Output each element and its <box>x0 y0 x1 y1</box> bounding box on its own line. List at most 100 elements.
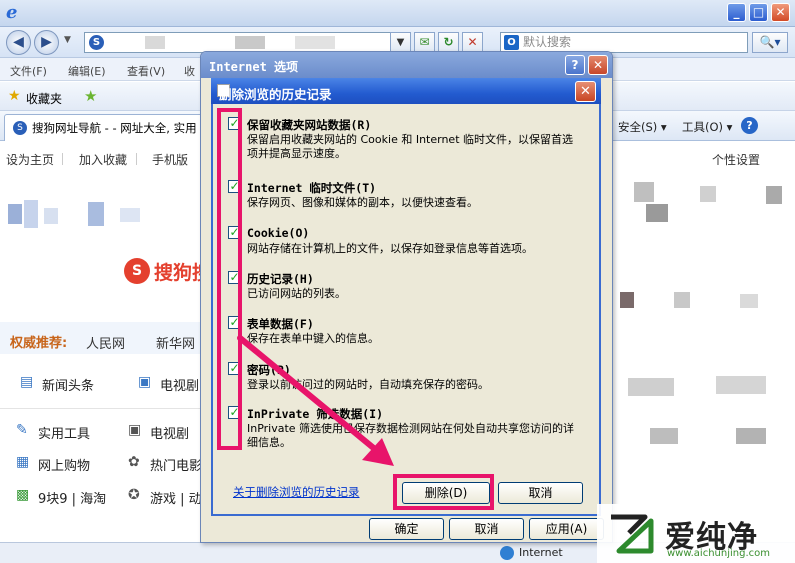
internet-zone-icon <box>500 546 514 560</box>
ok-button[interactable]: 确定 <box>369 518 444 540</box>
browser-title-bar: e _ □ ✕ <box>0 0 795 27</box>
divider <box>62 153 63 165</box>
blurred-content <box>8 204 22 224</box>
sogou-logo-icon[interactable]: S <box>124 258 150 284</box>
back-button[interactable]: ◀ <box>6 30 31 55</box>
delete-history-body: ✓ 保留收藏夹网站数据(R) 保留启用收藏夹网站的 Cookie 和 Inter… <box>213 104 599 514</box>
blurred-content <box>628 378 674 396</box>
category-tools[interactable]: 实用工具 <box>38 423 90 442</box>
category-movies[interactable]: 热门电影 <box>150 455 202 474</box>
menu-favorites[interactable]: 收 <box>184 63 195 79</box>
dialog-help-button[interactable]: ? <box>565 55 585 75</box>
ie-logo-icon: e <box>6 2 18 23</box>
option-title: 保留收藏夹网站数据(R) <box>247 118 372 132</box>
internet-options-title-bar: Internet 选项 ? ✕ <box>201 52 612 78</box>
delete-history-title: 删除浏览的历史记录 <box>219 87 332 102</box>
personalize-link[interactable]: 个性设置 <box>712 151 760 168</box>
category-games[interactable]: 游戏 | 动 <box>150 488 202 507</box>
menu-view[interactable]: 查看(V) <box>127 63 165 79</box>
option-description: 登录以前访问过的网站时，自动填充保存的密码。 <box>247 378 489 391</box>
option-description: 网站存储在计算机上的文件，以保存如登录信息等首选项。 <box>247 242 533 255</box>
maximize-button[interactable]: □ <box>749 3 768 22</box>
news-icon: ▤ <box>20 374 34 390</box>
menu-edit[interactable]: 编辑(E) <box>68 63 106 79</box>
option-title: 历史记录(H) <box>247 272 314 286</box>
blurred-content <box>740 294 758 308</box>
option-description: 保存网页、图像和媒体的副本，以便快速查看。 <box>247 196 478 209</box>
category-tv[interactable]: 电视剧 <box>160 375 199 394</box>
mobile-version-link[interactable]: 手机版 <box>152 151 188 168</box>
delete-history-close-button[interactable]: ✕ <box>575 81 596 102</box>
search-button[interactable]: 🔍▾ <box>752 32 788 53</box>
people-daily-link[interactable]: 人民网 <box>86 333 125 352</box>
address-input[interactable]: S <box>84 32 406 53</box>
option-description: 已访问网站的列表。 <box>247 287 346 300</box>
authority-label: 权威推荐: <box>10 336 68 351</box>
option-title: InPrivate 筛选数据(I) <box>247 407 384 421</box>
option-description: 保存在表单中键入的信息。 <box>247 332 379 345</box>
minimize-button[interactable]: _ <box>727 3 746 22</box>
category-deals[interactable]: 9块9 | 海淘 <box>38 488 106 507</box>
add-favorites-link[interactable]: 加入收藏 <box>79 151 127 168</box>
category-tv-series[interactable]: 电视剧 <box>150 423 189 442</box>
checkbox-highlight-box <box>217 108 242 450</box>
divider <box>0 408 200 409</box>
about-delete-history-link[interactable]: 关于删除浏览的历史记录 <box>233 484 360 500</box>
address-dropdown-icon[interactable]: ▼ <box>390 32 411 53</box>
tab-sogou[interactable]: S 搜狗网址导航 - - 网址大全, 实用 <box>4 114 204 141</box>
option-description: InPrivate 筛选使用已保存数据检测网站在何处自动共享您访问的详细信息。 <box>247 422 575 449</box>
shopping-icon: ▦ <box>16 454 30 470</box>
blurred-content <box>24 200 38 228</box>
blurred-content <box>620 292 634 308</box>
delete-history-title-bar: 删除浏览的历史记录 ✕ <box>211 78 601 104</box>
category-shopping[interactable]: 网上购物 <box>38 455 90 474</box>
history-dropdown-icon[interactable]: ▼ <box>64 35 71 45</box>
stop-icon[interactable]: ✕ <box>462 32 483 53</box>
blurred-url <box>235 36 265 49</box>
option-description: 保留启用收藏夹网站的 Cookie 和 Internet 临时文件，以保留首选项… <box>247 133 573 160</box>
blurred-content <box>716 376 766 394</box>
outlook-icon: O <box>504 35 519 50</box>
search-input[interactable]: O 默认搜索 <box>500 32 748 53</box>
watermark: 爱纯净 www.aichunjing.com <box>597 504 795 563</box>
delete-history-dialog: 删除浏览的历史记录 ✕ ✓ 保留收藏夹网站数据(R) 保留启用收藏夹网站的 Co… <box>211 78 601 516</box>
tv-icon: ▣ <box>138 374 152 390</box>
option-title: 密码(P) <box>247 363 291 377</box>
tab-favicon-icon: S <box>13 121 27 135</box>
blurred-content <box>44 208 58 224</box>
xinhua-link[interactable]: 新华网 <box>156 333 195 352</box>
favorites-button[interactable]: 收藏夹 <box>26 90 62 107</box>
tv-icon: ▣ <box>128 422 142 438</box>
menu-file[interactable]: 文件(F) <box>10 63 47 79</box>
blurred-url <box>295 36 335 49</box>
blurred-content <box>88 202 104 226</box>
category-news[interactable]: 新闻头条 <box>42 375 94 394</box>
add-favorite-icon[interactable]: ★ <box>84 87 97 105</box>
security-menu[interactable]: 安全(S) ▾ <box>618 119 667 135</box>
option-title: Cookie(O) <box>247 226 310 240</box>
compatibility-view-icon[interactable]: ✉ <box>414 32 435 53</box>
window-close-button[interactable]: ✕ <box>771 3 790 22</box>
blurred-content <box>700 186 716 202</box>
search-placeholder: 默认搜索 <box>523 35 572 49</box>
blurred-content <box>674 292 690 308</box>
blurred-url <box>145 36 165 49</box>
tools-menu[interactable]: 工具(O) ▾ <box>682 119 732 135</box>
refresh-icon[interactable]: ↻ <box>438 32 459 53</box>
option-title: Internet 临时文件(T) <box>247 181 377 195</box>
apply-button[interactable]: 应用(A) <box>529 518 604 540</box>
set-homepage-link[interactable]: 设为主页 <box>6 151 54 168</box>
help-icon[interactable]: ? <box>741 117 758 134</box>
options-cancel-button[interactable]: 取消 <box>449 518 524 540</box>
favorites-star-icon[interactable]: ★ <box>8 88 21 104</box>
blurred-content <box>650 428 678 444</box>
divider <box>136 153 137 165</box>
aichunjing-logo-icon <box>611 514 654 554</box>
blurred-content <box>120 208 140 222</box>
blurred-content <box>646 204 668 222</box>
security-zone-label: Internet <box>519 546 563 559</box>
cancel-button[interactable]: 取消 <box>498 482 583 504</box>
forward-button[interactable]: ▶ <box>34 30 59 55</box>
delete-button-highlight-box <box>393 474 494 510</box>
dialog-close-button[interactable]: ✕ <box>588 55 608 75</box>
